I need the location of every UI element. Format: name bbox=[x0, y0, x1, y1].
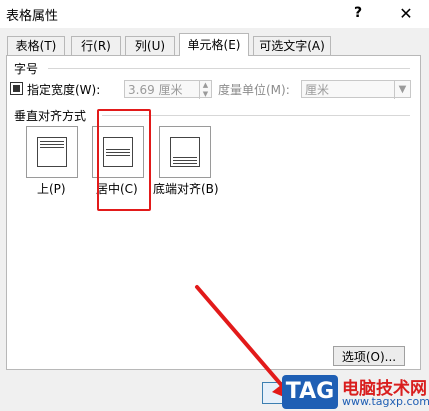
watermark-logo: TAG 电脑技术网 www.tagxp.com bbox=[278, 372, 429, 411]
tab-cell[interactable]: 单元格(E) bbox=[179, 33, 249, 56]
arrow-annotation bbox=[195, 285, 296, 402]
table-properties-dialog: 表格属性 ? ✕ 表格(T) 行(R) 列(U) 单元格(E) 可选文字(A) … bbox=[0, 0, 429, 411]
watermark-url: www.tagxp.com bbox=[342, 395, 429, 408]
watermark-tag: TAG bbox=[282, 375, 338, 409]
